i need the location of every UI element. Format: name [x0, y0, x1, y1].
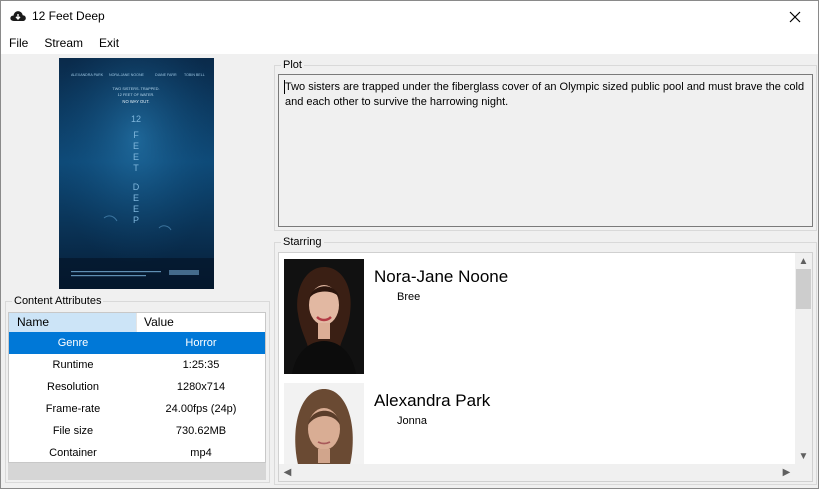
table-row[interactable]: Frame-rate 24.00fps (24p)	[9, 398, 265, 420]
table-row[interactable]: Runtime 1:25:35	[9, 354, 265, 376]
actor-role: Bree	[397, 291, 421, 303]
scroll-right-arrow-icon[interactable]: ▶	[778, 464, 795, 481]
attributes-horizontal-scrollbar[interactable]	[8, 463, 266, 480]
attr-value-cell: Horror	[185, 337, 217, 349]
table-row[interactable]: File size 730.62MB	[9, 420, 265, 442]
movie-poster: ALEXANDRA PARK NORA-JANE NOONE DIANE FAR…	[59, 58, 214, 289]
table-row[interactable]: Resolution 1280x714	[9, 376, 265, 398]
menu-bar: File Stream Exit	[1, 32, 818, 54]
poster-letter: T	[133, 163, 139, 173]
column-header-value[interactable]: Value	[137, 313, 265, 332]
starring-vertical-scrollbar[interactable]: ▲ ▼	[795, 253, 812, 465]
main-window: 12 Feet Deep File Stream Exit ALEXANDRA …	[0, 0, 819, 489]
window-title: 12 Feet Deep	[32, 9, 105, 23]
starring-label: Starring	[281, 235, 324, 249]
content-attributes-label: Content Attributes	[12, 294, 104, 308]
attr-value-cell: 1280x714	[176, 381, 226, 393]
poster-credit: ALEXANDRA PARK	[71, 73, 104, 77]
cloud-download-icon	[10, 11, 26, 21]
menu-stream[interactable]: Stream	[36, 32, 91, 54]
poster-letter: P	[133, 215, 139, 225]
poster-tagline: 12 FEET OF WATER.	[118, 93, 155, 97]
poster-credit: TOBIN BELL	[184, 73, 205, 77]
poster-letter: F	[133, 130, 139, 140]
poster-title: 12	[131, 114, 141, 124]
scroll-left-arrow-icon[interactable]: ◀	[279, 464, 296, 481]
poster-letter: E	[133, 204, 139, 214]
table-row[interactable]: Container mp4	[9, 442, 265, 462]
close-icon	[789, 11, 801, 22]
attr-value-cell: 1:25:35	[182, 359, 220, 371]
actor-photo	[284, 259, 364, 374]
scroll-down-arrow-icon[interactable]: ▼	[795, 448, 812, 465]
scrollbar-thumb[interactable]	[796, 269, 811, 309]
attr-name-cell: Resolution	[47, 381, 99, 393]
plot-text: Two sisters are trapped under the fiberg…	[285, 81, 805, 108]
poster-letter: E	[133, 193, 139, 203]
attr-name-cell: Runtime	[52, 359, 94, 371]
menu-file[interactable]: File	[1, 32, 36, 54]
starring-list[interactable]: Nora-Jane Noone Bree Alexandra Park Jonn…	[278, 252, 813, 482]
poster-credit: NORA-JANE NOONE	[109, 73, 145, 77]
text-caret	[284, 80, 285, 94]
actor-card[interactable]: Nora-Jane Noone Bree	[284, 259, 804, 377]
attr-value-cell: 24.00fps (24p)	[165, 403, 237, 415]
actor-role: Jonna	[397, 415, 427, 427]
table-header: Name Value	[9, 313, 265, 332]
title-bar: 12 Feet Deep	[1, 1, 818, 32]
table-row[interactable]: Genre Horror	[9, 332, 265, 354]
close-button[interactable]	[772, 1, 818, 32]
starring-horizontal-scrollbar[interactable]: ◀ ▶	[279, 464, 812, 481]
attr-name-cell: File size	[52, 425, 94, 437]
plot-label: Plot	[281, 58, 304, 72]
attr-name-cell: Frame-rate	[45, 403, 101, 415]
actor-name: Nora-Jane Noone	[374, 267, 509, 286]
poster-letter: E	[133, 152, 139, 162]
attr-value-cell: 730.62MB	[175, 425, 227, 437]
poster-letter: D	[133, 182, 140, 192]
attributes-table[interactable]: Name Value Genre Horror Runtime 1:25:35 …	[8, 312, 266, 463]
poster-credit: DIANE FARR	[155, 73, 177, 77]
column-header-name[interactable]: Name	[9, 313, 137, 332]
attr-name-cell: Container	[49, 447, 97, 459]
poster-tagline: NO WAY OUT.	[122, 99, 149, 104]
actor-name: Alexandra Park	[374, 391, 491, 410]
plot-textbox[interactable]: Two sisters are trapped under the fiberg…	[278, 74, 813, 227]
poster-tagline: TWO SISTERS. TRAPPED.	[112, 87, 159, 91]
poster-letter: E	[133, 141, 139, 151]
menu-exit[interactable]: Exit	[91, 32, 127, 54]
attr-value-cell: mp4	[190, 447, 212, 459]
scroll-up-arrow-icon[interactable]: ▲	[795, 253, 812, 270]
attr-name-cell: Genre	[57, 337, 89, 349]
